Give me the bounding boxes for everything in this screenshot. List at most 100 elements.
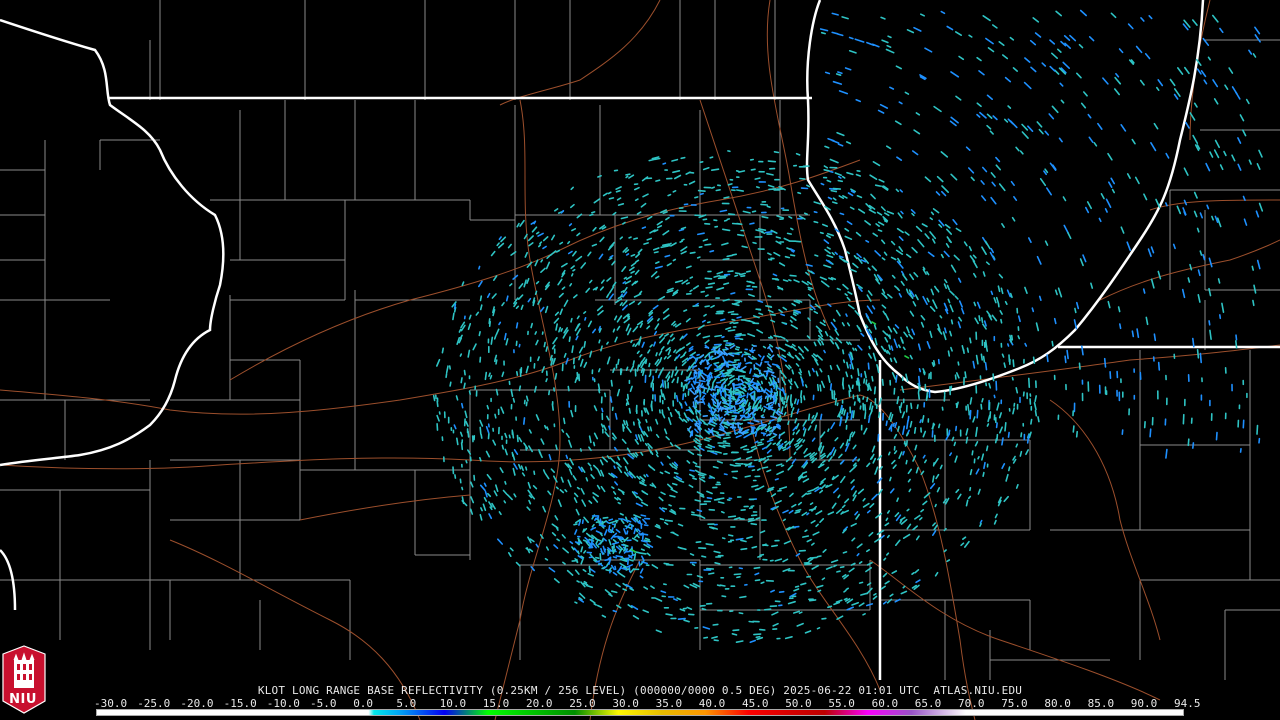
echo-speck: [922, 371, 926, 376]
echo-speck: [913, 426, 917, 434]
echo-speck: [445, 372, 448, 379]
echo-speck: [841, 175, 846, 179]
echo-speck: [534, 331, 538, 335]
echo-speck: [460, 377, 463, 384]
source-url: ATLAS.NIU.EDU: [933, 684, 1023, 697]
echo-speck: [834, 397, 838, 406]
echo-speck: [836, 570, 841, 573]
echo-speck: [791, 407, 795, 412]
echo-speck: [703, 636, 709, 639]
echo-speck: [848, 36, 854, 40]
echo-speck: [714, 413, 719, 417]
echo-speck: [1117, 306, 1121, 313]
echo-speck: [916, 404, 919, 410]
echo-speck: [739, 595, 747, 599]
echo-speck: [758, 458, 763, 461]
echo-speck: [981, 397, 984, 403]
echo-speck: [738, 567, 744, 570]
echo-speck: [889, 357, 893, 363]
echo-speck: [684, 392, 687, 398]
echo-speck: [803, 212, 809, 215]
reflectivity-colorbar: [96, 709, 1184, 716]
echo-speck: [759, 361, 763, 366]
echo-speck: [821, 617, 827, 620]
echo-speck: [534, 290, 538, 296]
echo-speck: [592, 441, 596, 447]
echo-speck: [874, 470, 877, 475]
echo-speck: [888, 334, 892, 340]
echo-speck: [1001, 353, 1005, 358]
echo-speck: [612, 556, 618, 559]
echo-speck: [706, 496, 713, 500]
echo-speck: [716, 497, 725, 501]
echo-speck: [706, 377, 711, 381]
echo-speck: [515, 322, 519, 329]
echo-speck: [719, 584, 726, 587]
echo-speck: [873, 592, 877, 596]
echo-speck: [817, 589, 822, 593]
echo-speck: [750, 514, 758, 517]
echo-speck: [518, 343, 521, 348]
echo-speck: [488, 372, 491, 378]
echo-speck: [694, 196, 699, 199]
echo-speck: [764, 231, 773, 234]
echo-speck: [820, 31, 827, 35]
echo-speck: [979, 522, 982, 527]
scale-labels: -30.0 -25.0 -20.0 -15.0 -10.0 -5.0 0.0 5.0 10.0 1…: [94, 697, 1204, 710]
echo-speck: [850, 410, 854, 421]
echo-speck: [692, 405, 697, 409]
echo-speck: [543, 341, 546, 348]
echo-speck: [830, 189, 838, 193]
echo-speck: [763, 608, 772, 611]
echo-speck: [887, 35, 892, 39]
echo-speck: [710, 168, 720, 171]
echo-speck: [757, 555, 762, 558]
echo-speck: [621, 567, 627, 571]
echo-speck: [867, 362, 870, 370]
echo-speck: [1078, 362, 1081, 370]
echo-speck: [804, 384, 808, 388]
echo-speck: [801, 535, 810, 538]
echo-speck: [823, 349, 826, 354]
echo-speck: [694, 465, 701, 469]
echo-speck: [577, 550, 580, 555]
echo-speck: [750, 168, 756, 171]
echo-speck: [801, 355, 805, 360]
echo-speck: [932, 359, 936, 366]
echo-speck: [689, 289, 693, 293]
echo-speck: [579, 448, 583, 452]
echo-speck: [516, 434, 519, 443]
echo-speck: [574, 541, 581, 544]
echo-speck: [993, 394, 996, 399]
echo-speck: [818, 337, 822, 342]
echo-speck: [804, 529, 808, 533]
echo-speck: [717, 276, 727, 280]
echo-speck: [896, 287, 901, 292]
echo-speck: [595, 560, 601, 563]
echo-speck: [858, 581, 864, 584]
echo-speck: [555, 486, 559, 490]
echo-speck: [1001, 437, 1004, 446]
echo-speck: [729, 409, 735, 412]
echo-speck: [936, 288, 940, 293]
echo-speck: [490, 336, 494, 345]
echo-speck: [901, 339, 904, 344]
echo-speck: [1165, 202, 1168, 207]
echo-speck: [672, 258, 677, 262]
echo-speck: [537, 356, 540, 362]
echo-speck: [494, 413, 497, 419]
echo-speck: [1031, 307, 1035, 313]
echo-speck: [950, 319, 954, 325]
echo-speck: [862, 612, 866, 616]
echo-speck: [902, 450, 905, 456]
echo-speck: [766, 205, 771, 208]
echo-speck: [512, 397, 516, 403]
echo-speck: [611, 527, 614, 532]
echo-speck: [644, 442, 648, 447]
echo-speck: [692, 365, 695, 370]
echo-speck: [760, 581, 765, 585]
echo-speck: [611, 486, 615, 490]
echo-speck: [946, 559, 951, 563]
echo-speck: [441, 347, 445, 354]
echo-speck: [638, 561, 641, 567]
